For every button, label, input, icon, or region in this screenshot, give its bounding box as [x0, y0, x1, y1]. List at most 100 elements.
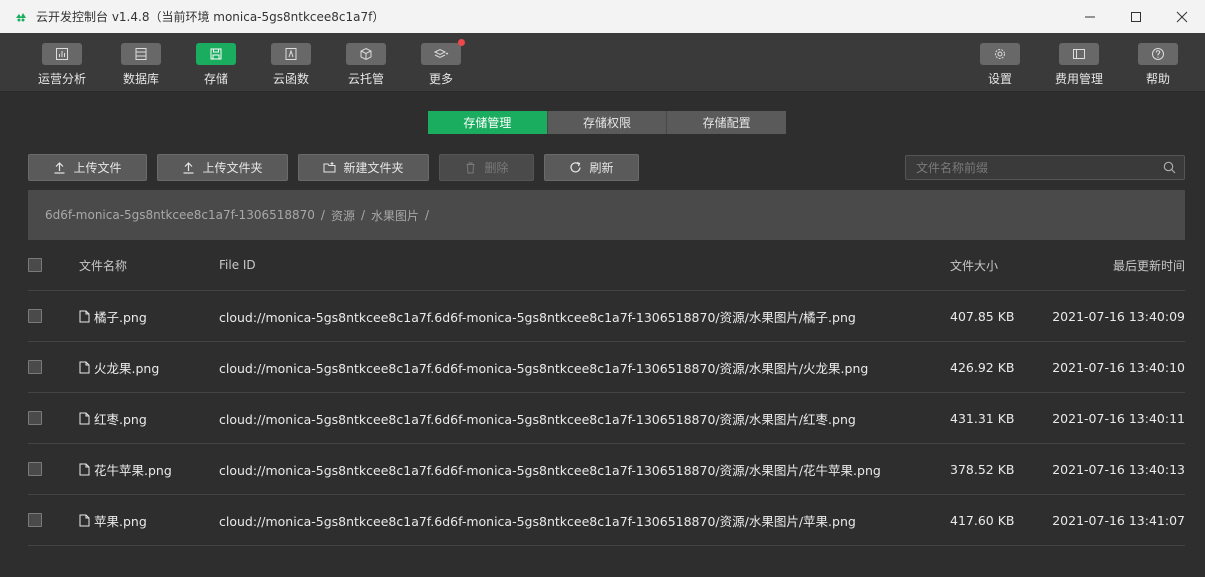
- tab-storage-management[interactable]: 存储管理: [428, 111, 548, 134]
- notification-badge: [458, 39, 465, 46]
- row-checkbox-cell: [28, 342, 42, 392]
- breadcrumb-separator: /: [360, 208, 366, 222]
- close-button[interactable]: [1159, 0, 1205, 33]
- file-name-cell: 橘子.png: [79, 291, 147, 341]
- minimize-icon: [1085, 16, 1095, 17]
- row-checkbox-cell: [28, 444, 42, 494]
- file-icon: [79, 310, 90, 322]
- toolbar-item-storage[interactable]: 存储: [186, 43, 246, 87]
- toolbar-label: 更多: [428, 72, 453, 86]
- billing-icon: [1059, 43, 1099, 65]
- storage-icon: [196, 43, 236, 65]
- row-checkbox[interactable]: [28, 411, 42, 425]
- file-name[interactable]: 花牛苹果.png: [94, 460, 172, 479]
- file-size: 417.60 KB: [950, 512, 1015, 528]
- table-row[interactable]: 苹果.png cloud://monica-5gs8ntkcee8c1a7f.6…: [28, 495, 1185, 546]
- upload-icon: [183, 162, 194, 174]
- delete-button[interactable]: 删除: [439, 154, 534, 181]
- file-size: 431.31 KB: [950, 410, 1015, 426]
- layers-icon: [421, 39, 465, 65]
- toolbar-label: 运营分析: [37, 72, 86, 86]
- table-header: 文件名称 File ID 文件大小 最后更新时间: [28, 240, 1185, 291]
- gear-icon: [980, 43, 1020, 65]
- window-controls: [1067, 0, 1205, 33]
- file-name-cell: 苹果.png: [79, 495, 147, 545]
- toolbar-item-settings[interactable]: 设置: [970, 43, 1030, 87]
- refresh-button[interactable]: 刷新: [544, 154, 639, 181]
- file-icon: [79, 514, 90, 526]
- table-row[interactable]: 花牛苹果.png cloud://monica-5gs8ntkcee8c1a7f…: [28, 444, 1185, 495]
- breadcrumb-separator: /: [425, 208, 430, 222]
- toolbar-item-more[interactable]: 更多: [411, 39, 471, 87]
- toolbar-item-cloud-hosting[interactable]: 云托管: [336, 43, 396, 87]
- maximize-button[interactable]: [1113, 0, 1159, 33]
- window-title: 云开发控制台 v1.4.8（当前环境 monica-5gs8ntkcee8c1a…: [36, 10, 385, 24]
- select-all-cell: [28, 240, 42, 290]
- delete-label: 删除: [484, 161, 509, 175]
- file-id: cloud://monica-5gs8ntkcee8c1a7f.6d6f-mon…: [219, 360, 869, 376]
- storage-tabs: 存储管理 存储权限 存储配置: [428, 111, 787, 134]
- folder-icon: [323, 162, 336, 173]
- toolbar-label: 云函数: [272, 72, 309, 86]
- table-row[interactable]: 火龙果.png cloud://monica-5gs8ntkcee8c1a7f.…: [28, 342, 1185, 393]
- breadcrumb-item-folder[interactable]: 资源: [331, 207, 355, 224]
- database-icon: [121, 43, 161, 65]
- breadcrumb-item-bucket[interactable]: 6d6f-monica-5gs8ntkcee8c1a7f-1306518870: [45, 208, 315, 222]
- file-icon: [79, 463, 90, 475]
- column-header-name: 文件名称: [79, 258, 128, 273]
- column-header-file-id: File ID: [219, 258, 256, 272]
- file-size: 426.92 KB: [950, 359, 1015, 375]
- toolbar-item-analytics[interactable]: 运营分析: [32, 43, 92, 87]
- minimize-button[interactable]: [1067, 0, 1113, 33]
- file-updated-time: 2021-07-16 13:40:09: [1052, 308, 1185, 324]
- new-folder-label: 新建文件夹: [343, 161, 404, 175]
- toolbar-item-functions[interactable]: 云函数: [261, 43, 321, 87]
- toolbar-label: 数据库: [122, 72, 159, 86]
- row-checkbox[interactable]: [28, 360, 42, 374]
- file-updated-time: 2021-07-16 13:40:10: [1052, 359, 1185, 375]
- upload-icon: [54, 162, 65, 174]
- search-input[interactable]: [906, 156, 1156, 179]
- file-updated-time: 2021-07-16 13:40:13: [1052, 461, 1185, 477]
- file-name[interactable]: 红枣.png: [94, 409, 147, 428]
- upload-folder-label: 上传文件夹: [202, 161, 263, 175]
- upload-file-label: 上传文件: [73, 161, 122, 175]
- file-icon: [79, 361, 90, 373]
- tab-storage-permissions[interactable]: 存储权限: [547, 111, 668, 134]
- upload-folder-button[interactable]: 上传文件夹: [157, 154, 288, 181]
- file-name[interactable]: 苹果.png: [94, 511, 147, 530]
- function-icon: [271, 43, 311, 65]
- file-id: cloud://monica-5gs8ntkcee8c1a7f.6d6f-mon…: [219, 462, 881, 478]
- toolbar-label: 帮助: [1145, 72, 1170, 86]
- row-checkbox[interactable]: [28, 462, 42, 476]
- app-logo-icon: [16, 12, 26, 21]
- title-bar: 云开发控制台 v1.4.8（当前环境 monica-5gs8ntkcee8c1a…: [0, 0, 1205, 33]
- toolbar-label: 费用管理: [1054, 72, 1103, 86]
- file-name[interactable]: 火龙果.png: [94, 358, 159, 377]
- row-checkbox-cell: [28, 393, 42, 443]
- upload-file-button[interactable]: 上传文件: [28, 154, 147, 181]
- maximize-icon: [1131, 11, 1141, 22]
- toolbar-item-billing[interactable]: 费用管理: [1049, 43, 1109, 87]
- row-checkbox[interactable]: [28, 309, 42, 323]
- toolbar-label: 设置: [987, 72, 1012, 86]
- toolbar-label: 云托管: [347, 72, 384, 86]
- breadcrumb: 6d6f-monica-5gs8ntkcee8c1a7f-1306518870 …: [28, 190, 1185, 240]
- file-size: 407.85 KB: [950, 308, 1015, 324]
- toolbar-item-database[interactable]: 数据库: [111, 43, 171, 87]
- new-folder-button[interactable]: 新建文件夹: [298, 154, 429, 181]
- select-all-checkbox[interactable]: [28, 258, 42, 272]
- toolbar-item-help[interactable]: 帮助: [1128, 43, 1188, 87]
- close-icon: [1176, 11, 1188, 22]
- file-name[interactable]: 橘子.png: [94, 307, 147, 326]
- table-row[interactable]: 橘子.png cloud://monica-5gs8ntkcee8c1a7f.6…: [28, 291, 1185, 342]
- tab-storage-config[interactable]: 存储配置: [667, 111, 787, 134]
- file-updated-time: 2021-07-16 13:40:11: [1052, 410, 1185, 426]
- search-box: [905, 155, 1185, 180]
- breadcrumb-item-subfolder[interactable]: 水果图片: [371, 207, 419, 224]
- table-row[interactable]: 红枣.png cloud://monica-5gs8ntkcee8c1a7f.6…: [28, 393, 1185, 444]
- column-header-size: 文件大小: [950, 258, 999, 273]
- row-checkbox[interactable]: [28, 513, 42, 527]
- file-icon: [79, 412, 90, 424]
- search-icon[interactable]: [1163, 161, 1176, 174]
